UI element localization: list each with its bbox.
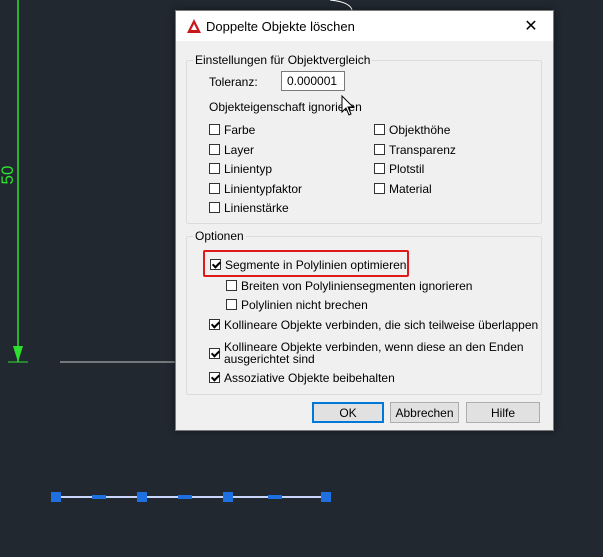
checkbox-box[interactable] <box>226 299 237 310</box>
checkbox-no-break[interactable]: Polylinien nicht brechen <box>226 298 368 312</box>
checkbox-label: Assoziative Objekte beibehalten <box>224 371 395 385</box>
checkbox-material[interactable]: Material <box>374 182 432 196</box>
tolerance-label: Toleranz: <box>209 75 258 89</box>
checkbox-box[interactable] <box>209 144 220 155</box>
checkbox-label: Plotstil <box>389 162 425 176</box>
autocad-logo-icon <box>187 19 201 33</box>
dimension-text: 50 <box>0 165 17 185</box>
checkbox-linientypfaktor[interactable]: Linientypfaktor <box>209 182 302 196</box>
checkbox-transparenz[interactable]: Transparenz <box>374 143 456 157</box>
checkbox-merge-ends[interactable]: Kollineare Objekte verbinden, wenn diese… <box>209 341 524 365</box>
checkbox-farbe[interactable]: Farbe <box>209 123 255 137</box>
checkbox-box[interactable] <box>374 144 385 155</box>
checkbox-box[interactable] <box>209 372 220 383</box>
dimension-arrow <box>13 346 23 362</box>
help-button[interactable]: Hilfe <box>466 402 540 423</box>
checkbox-box[interactable] <box>210 259 221 270</box>
checkbox-merge-overlapping[interactable]: Kollineare Objekte verbinden, die sich t… <box>209 318 538 332</box>
cancel-button[interactable]: Abbrechen <box>390 402 459 423</box>
grip-midpoint <box>268 495 282 499</box>
checkbox-box[interactable] <box>209 163 220 174</box>
grip-square <box>137 492 147 502</box>
close-icon: ✕ <box>524 18 538 35</box>
checkbox-label: Transparenz <box>389 143 456 157</box>
checkbox-label-line: ausgerichtet sind <box>224 352 315 366</box>
duplicate-objects-dialog: Doppelte Objekte löschen ✕ Einstellungen… <box>175 10 554 431</box>
checkbox-label: Polylinien nicht brechen <box>241 298 368 312</box>
dialog-title: Doppelte Objekte löschen <box>206 19 355 34</box>
checkbox-label: Linientyp <box>224 162 273 176</box>
checkbox-label: Layer <box>224 143 255 157</box>
mouse-pointer-icon <box>341 95 355 116</box>
ok-button[interactable]: OK <box>312 402 384 423</box>
checkbox-keep-associative[interactable]: Assoziative Objekte beibehalten <box>209 371 395 385</box>
checkbox-box[interactable] <box>209 183 220 194</box>
checkbox-label: Breiten von Polyliniensegmenten ignorier… <box>241 279 473 293</box>
checkbox-label: Linienstärke <box>224 201 289 215</box>
ignore-properties-label: Objekteigenschaft ignorieren <box>209 100 362 114</box>
checkbox-label: Objekthöhe <box>389 123 451 137</box>
checkbox-box[interactable] <box>374 124 385 135</box>
checkbox-objekthoehe[interactable]: Objekthöhe <box>374 123 450 137</box>
checkbox-label: Kollineare Objekte verbinden, die sich t… <box>224 318 539 332</box>
grip-square <box>51 492 61 502</box>
checkbox-label: Farbe <box>224 123 256 137</box>
checkbox-box[interactable] <box>209 124 220 135</box>
checkbox-box[interactable] <box>209 348 220 359</box>
checkbox-box[interactable] <box>374 183 385 194</box>
checkbox-label: Linientypfaktor <box>224 182 303 196</box>
tolerance-input[interactable]: 0.000001 <box>281 71 345 91</box>
checkbox-plotstil[interactable]: Plotstil <box>374 162 424 176</box>
comparison-settings-label: Einstellungen für Objektvergleich <box>193 53 373 67</box>
close-button[interactable]: ✕ <box>509 11 553 41</box>
checkbox-layer[interactable]: Layer <box>209 143 254 157</box>
checkbox-box[interactable] <box>374 163 385 174</box>
grip-midpoint <box>92 495 106 499</box>
checkbox-box[interactable] <box>209 202 220 213</box>
checkbox-box[interactable] <box>209 319 220 330</box>
title-bar[interactable]: Doppelte Objekte löschen ✕ <box>176 11 553 41</box>
drawing-arc <box>329 0 353 11</box>
checkbox-label: Material <box>389 182 432 196</box>
checkbox-label: Segmente in Polylinien optimieren <box>225 258 407 272</box>
checkbox-optimize-segments[interactable]: Segmente in Polylinien optimieren <box>210 258 406 272</box>
checkbox-ignore-widths[interactable]: Breiten von Polyliniensegmenten ignorier… <box>226 279 472 293</box>
grip-midpoint <box>178 495 192 499</box>
checkbox-linienstaerke[interactable]: Linienstärke <box>209 201 289 215</box>
grip-square <box>321 492 331 502</box>
options-label: Optionen <box>193 229 246 243</box>
checkbox-linientyp[interactable]: Linientyp <box>209 162 272 176</box>
grip-square <box>223 492 233 502</box>
checkbox-label: Kollineare Objekte verbinden, wenn diese… <box>224 341 524 365</box>
checkbox-box[interactable] <box>226 280 237 291</box>
